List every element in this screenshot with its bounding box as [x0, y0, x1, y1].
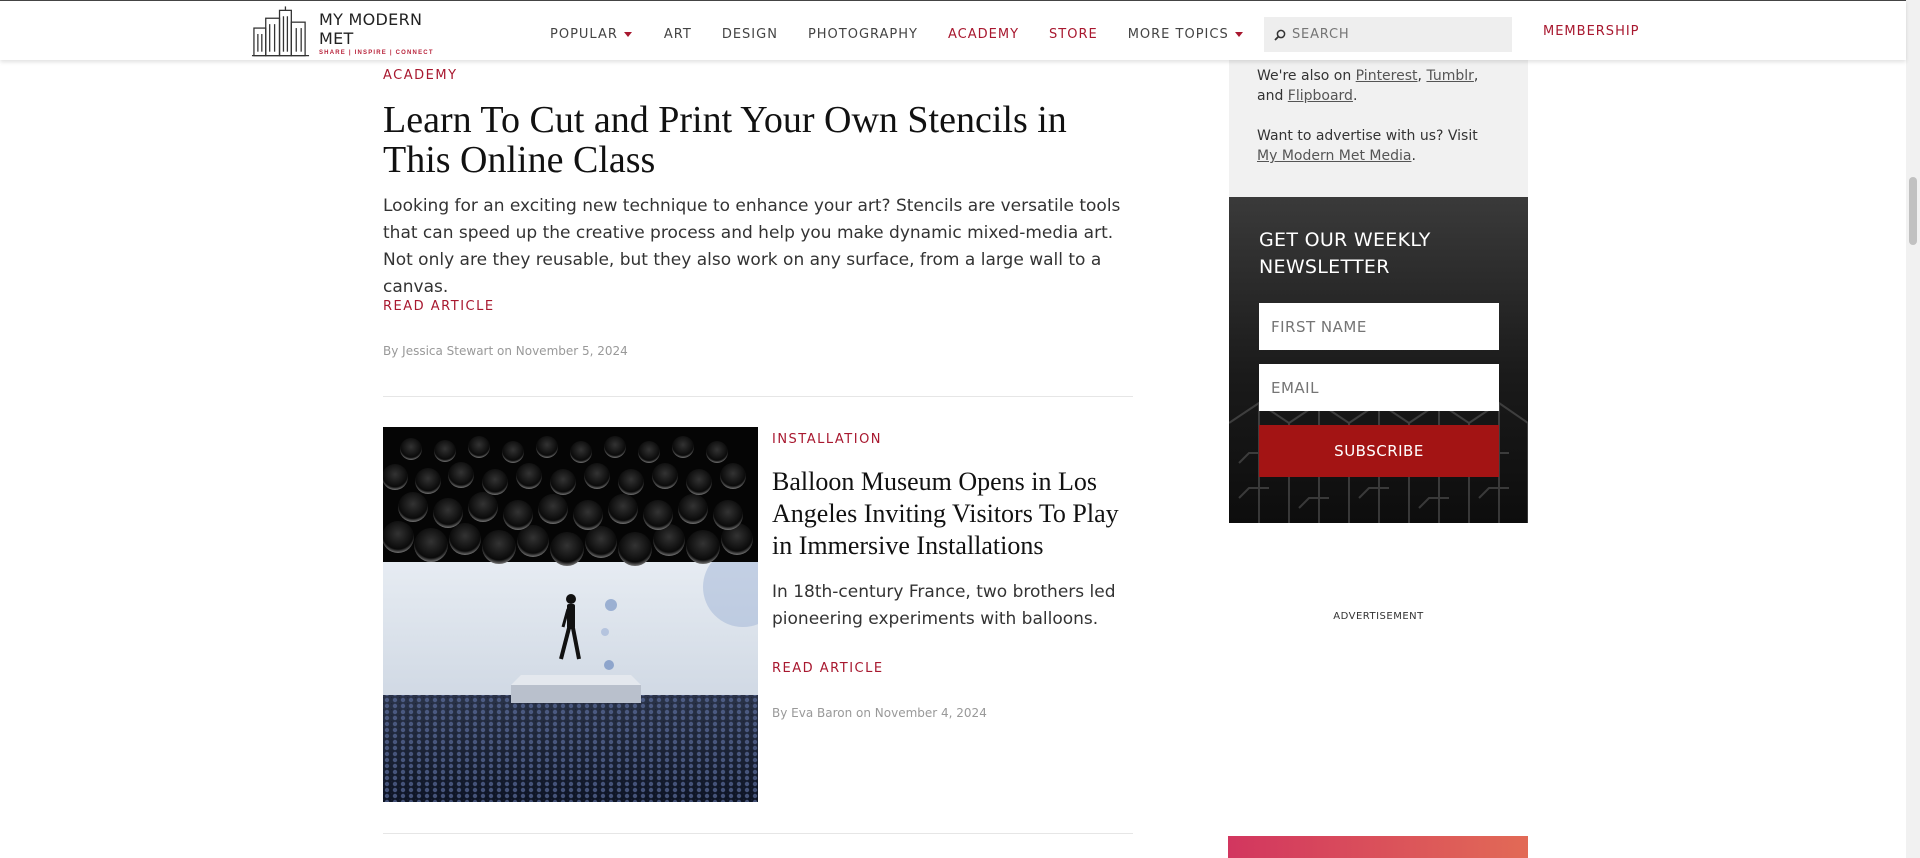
tumblr-link[interactable]: Tumblr: [1426, 68, 1473, 84]
pinterest-link[interactable]: Pinterest: [1356, 68, 1418, 84]
article-title[interactable]: Learn To Cut and Print Your Own Stencils…: [383, 100, 1143, 180]
nav-design[interactable]: DESIGN: [722, 27, 778, 42]
advertise-text: Want to advertise with us? Visit My Mode…: [1257, 128, 1478, 164]
search-box[interactable]: [1264, 17, 1512, 52]
logo-tagline: SHARE | INSPIRE | CONNECT: [318, 50, 434, 56]
first-name-field[interactable]: [1259, 303, 1499, 350]
article-category[interactable]: INSTALLATION: [772, 432, 882, 447]
divider: [383, 833, 1133, 834]
divider: [383, 396, 1133, 397]
article-title[interactable]: Balloon Museum Opens in Los Angeles Invi…: [772, 466, 1132, 562]
site-header: MY MODERN MET SHARE | INSPIRE | CONNECT …: [0, 0, 1906, 60]
sidebar-info-box: We're also on Pinterest, Tumblr, and Fli…: [1229, 60, 1528, 197]
newsletter-title: GET OUR WEEKLY NEWSLETTER: [1259, 229, 1431, 278]
article-byline: By Eva Baron on November 4, 2024: [772, 706, 987, 720]
article-byline: By Jessica Stewart on November 5, 2024: [383, 344, 628, 358]
nav-more-topics[interactable]: MORE TOPICS: [1128, 27, 1243, 42]
flipboard-link[interactable]: Flipboard: [1288, 88, 1353, 104]
membership-link[interactable]: MEMBERSHIP: [1543, 24, 1640, 39]
main-nav: POPULAR ART DESIGN PHOTOGRAPHY ACADEMY S…: [550, 24, 1275, 44]
read-article-link[interactable]: READ ARTICLE: [772, 661, 884, 676]
nav-photography[interactable]: PHOTOGRAPHY: [808, 27, 918, 42]
balloon-installation-image: [383, 427, 758, 802]
chevron-down-icon: [1234, 31, 1243, 37]
article-excerpt: Looking for an exciting new technique to…: [383, 196, 1121, 297]
nav-popular[interactable]: POPULAR: [550, 27, 632, 42]
logo-name: MY MODERN MET: [318, 10, 423, 48]
nav-store[interactable]: STORE: [1049, 27, 1098, 42]
email-field[interactable]: [1259, 364, 1499, 411]
newsletter-signup: GET OUR WEEKLY NEWSLETTER SUBSCRIBE: [1229, 197, 1528, 523]
chevron-down-icon: [623, 31, 632, 37]
city-skyline-icon: [251, 6, 310, 57]
nav-art[interactable]: ART: [664, 27, 692, 42]
article-image[interactable]: [383, 427, 758, 802]
scrollbar-thumb[interactable]: [1909, 177, 1917, 245]
advertise-link[interactable]: My Modern Met Media: [1257, 148, 1411, 164]
advertisement-banner[interactable]: [1228, 836, 1528, 858]
search-input[interactable]: [1292, 27, 1492, 42]
nav-academy[interactable]: ACADEMY: [948, 27, 1019, 42]
site-logo[interactable]: MY MODERN MET SHARE | INSPIRE | CONNECT: [250, 6, 460, 60]
read-article-link[interactable]: READ ARTICLE: [383, 299, 495, 314]
page-scrollbar[interactable]: [1906, 0, 1920, 858]
advertisement-label: ADVERTISEMENT: [1333, 611, 1424, 622]
article-category[interactable]: ACADEMY: [383, 68, 458, 83]
article-excerpt: In 18th-century France, two brothers led…: [772, 582, 1116, 629]
social-links-text: We're also on Pinterest, Tumblr, and Fli…: [1257, 68, 1479, 104]
subscribe-button[interactable]: SUBSCRIBE: [1259, 425, 1499, 477]
search-icon: [1274, 29, 1286, 41]
